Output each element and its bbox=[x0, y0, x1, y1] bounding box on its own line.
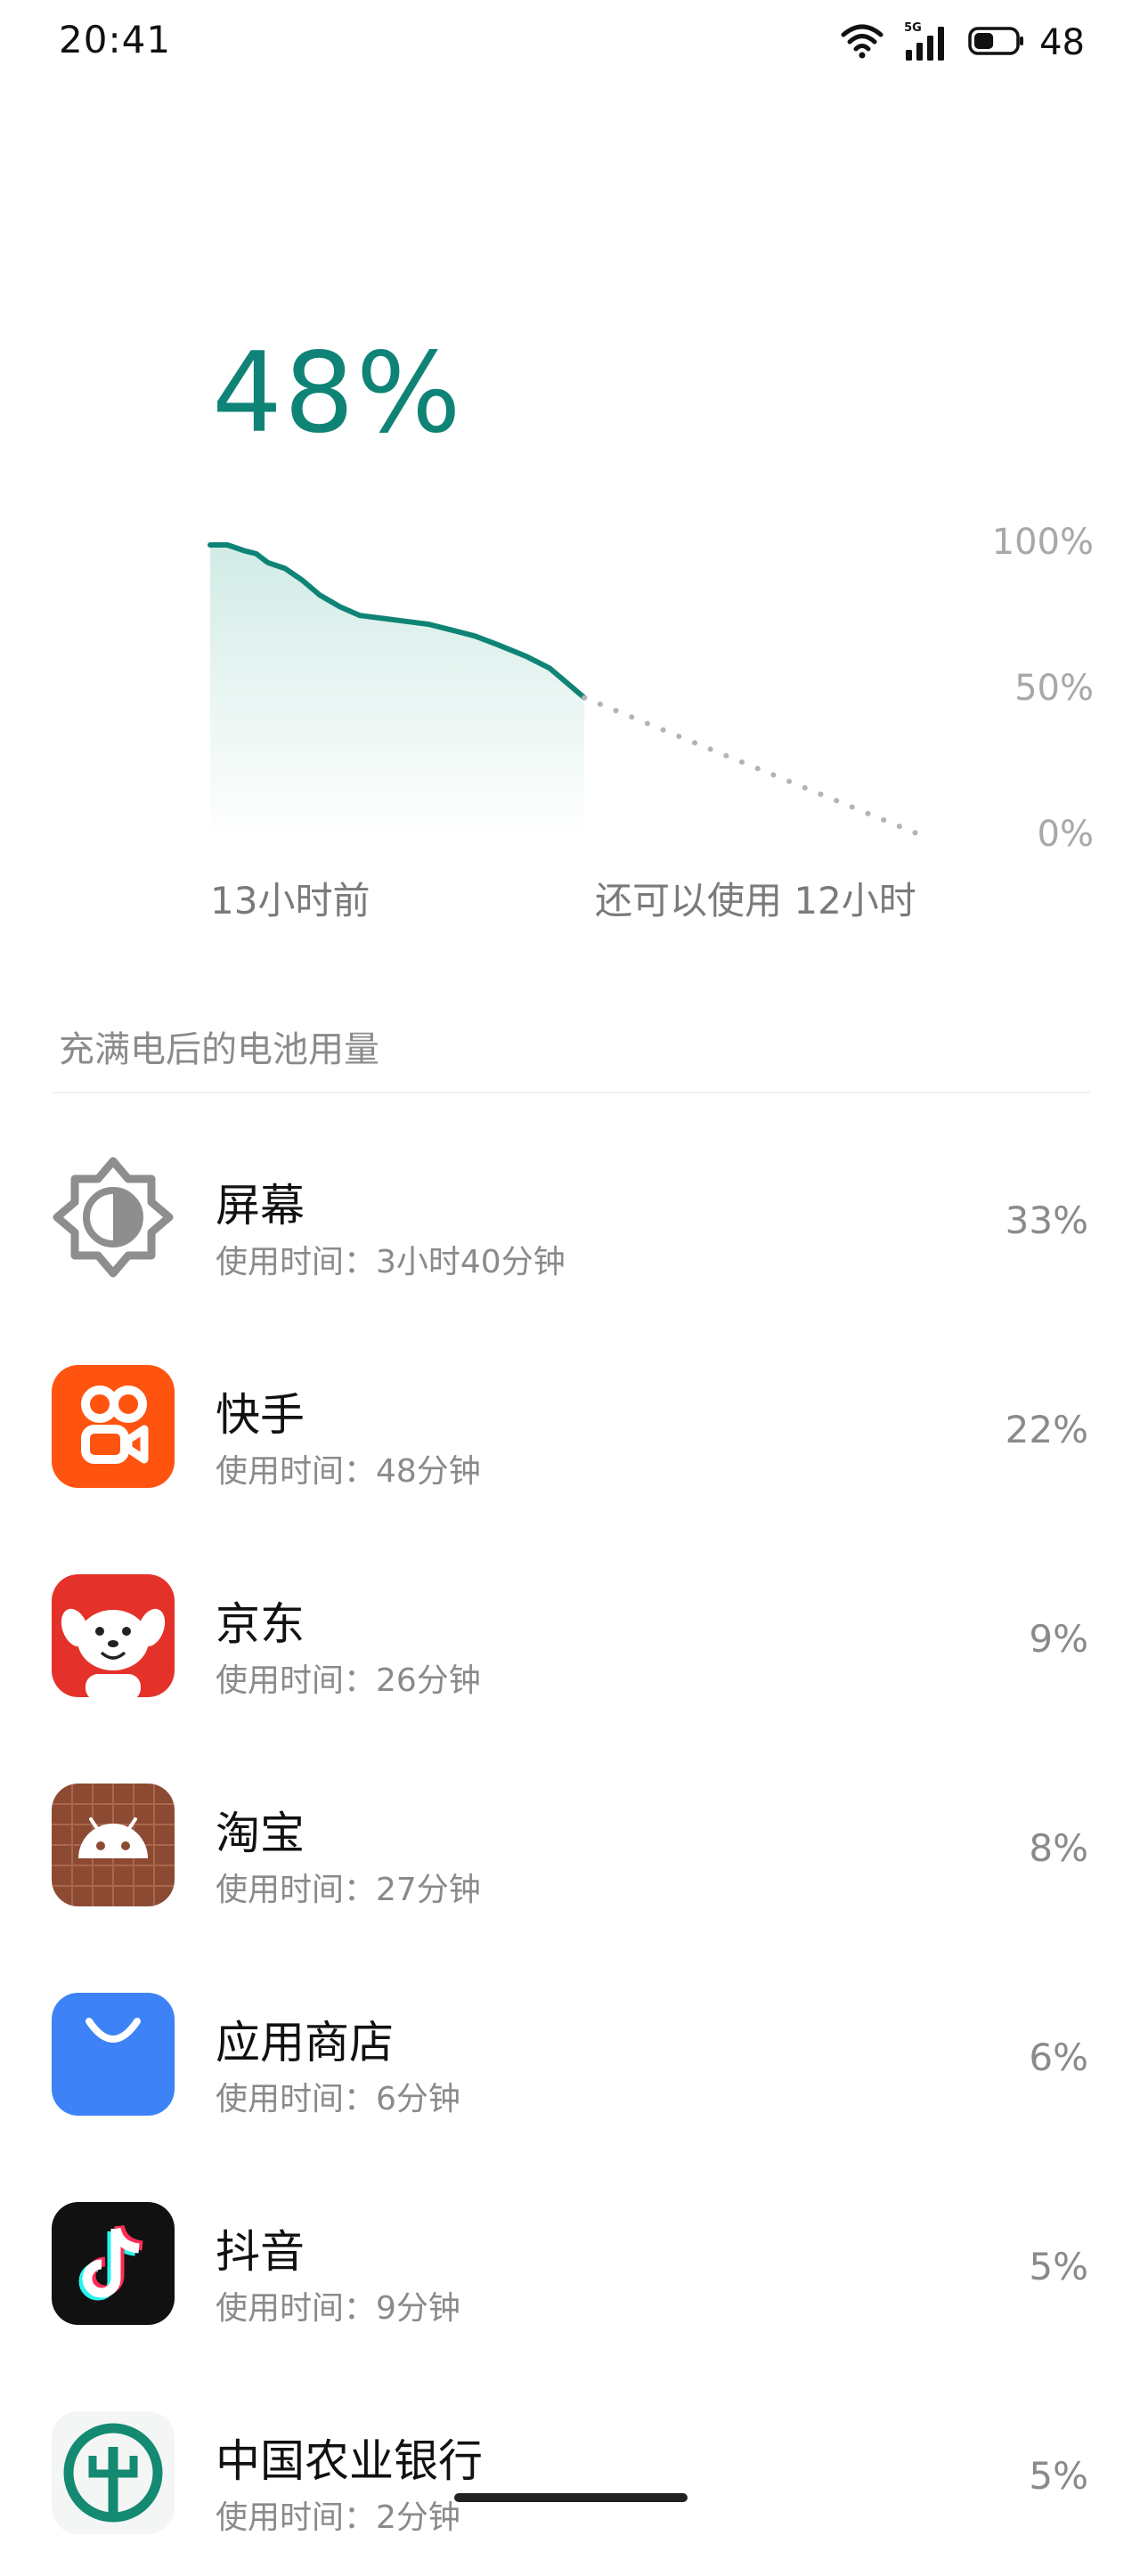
battery-level-text: 48 bbox=[1039, 22, 1085, 63]
app-percent: 33% bbox=[1005, 1199, 1088, 1242]
app-usage-time: 使用时间：2分钟 bbox=[216, 2499, 460, 2536]
app-percent: 5% bbox=[1029, 2245, 1088, 2288]
status-time: 20:41 bbox=[59, 18, 172, 61]
y-tick-label-100: 100% bbox=[991, 522, 1094, 563]
app-name: 淘宝 bbox=[216, 1808, 305, 1859]
app-name: 中国农业银行 bbox=[216, 2435, 483, 2487]
app-usage-time: 使用时间：3小时40分钟 bbox=[216, 1244, 566, 1280]
app-name: 京东 bbox=[216, 1598, 305, 1650]
app-row-douyin[interactable]: 抖音 使用时间：9分钟 5% bbox=[0, 2158, 1140, 2367]
battery-percent: 48% bbox=[212, 329, 463, 458]
kuaishou-icon bbox=[52, 1365, 175, 1488]
app-usage-time: 使用时间：27分钟 bbox=[216, 1872, 481, 1908]
y-tick-label-50: 50% bbox=[1014, 668, 1094, 709]
app-percent: 22% bbox=[1005, 1408, 1088, 1451]
app-row-kuaishou[interactable]: 快手 使用时间：48分钟 22% bbox=[0, 1321, 1140, 1530]
app-row-screen[interactable]: 屏幕 使用时间：3小时40分钟 33% bbox=[0, 1111, 1140, 1321]
douyin-icon bbox=[52, 2202, 175, 2325]
wifi-icon bbox=[840, 23, 884, 62]
app-name: 应用商店 bbox=[216, 2017, 394, 2068]
cellular-signal-icon: 5G bbox=[904, 21, 949, 62]
app-name: 快手 bbox=[216, 1389, 305, 1441]
app-row-taobao[interactable]: 淘宝 使用时间：27分钟 8% bbox=[0, 1739, 1140, 1948]
x-start-label: 13小时前 bbox=[210, 879, 370, 922]
x-end-label: 还可以使用 12小时 bbox=[595, 879, 916, 922]
brightness-icon bbox=[52, 1156, 175, 1279]
y-tick-label-0: 0% bbox=[1037, 814, 1094, 855]
battery-projection-line bbox=[582, 695, 932, 841]
battery-level-chart bbox=[208, 542, 932, 841]
status-icons: 5G 48 bbox=[840, 20, 1085, 66]
divider bbox=[52, 1092, 1090, 1093]
app-usage-list: 屏幕 使用时间：3小时40分钟 33% 快手 使用时间：48分钟 22% 京东 … bbox=[0, 1111, 1140, 2576]
app-percent: 5% bbox=[1029, 2454, 1088, 2498]
app-store-icon bbox=[52, 1993, 175, 2116]
app-usage-time: 使用时间：9分钟 bbox=[216, 2290, 460, 2327]
battery-chart: 100% 50% 0% 13小时前 还可以使用 12小时 bbox=[0, 499, 1140, 944]
app-usage-time: 使用时间：6分钟 bbox=[216, 2081, 460, 2117]
app-row-jd[interactable]: 京东 使用时间：26分钟 9% bbox=[0, 1530, 1140, 1739]
battery-icon bbox=[968, 26, 1025, 60]
app-row-abc-bank[interactable]: 中国农业银行 使用时间：2分钟 5% bbox=[0, 2367, 1140, 2576]
app-percent: 9% bbox=[1029, 1617, 1088, 1661]
home-indicator[interactable] bbox=[454, 2493, 688, 2502]
app-usage-time: 使用时间：48分钟 bbox=[216, 1453, 481, 1490]
jd-icon bbox=[52, 1574, 175, 1697]
app-row-app-store[interactable]: 应用商店 使用时间：6分钟 6% bbox=[0, 1948, 1140, 2158]
app-usage-time: 使用时间：26分钟 bbox=[216, 1662, 481, 1699]
app-name: 屏幕 bbox=[216, 1180, 305, 1231]
status-bar: 20:41 5G 48 bbox=[0, 0, 1140, 85]
app-percent: 6% bbox=[1029, 2036, 1088, 2079]
app-name: 抖音 bbox=[216, 2226, 305, 2278]
app-percent: 8% bbox=[1029, 1826, 1088, 1870]
taobao-android-icon bbox=[52, 1784, 175, 1906]
section-title: 充满电后的电池用量 bbox=[59, 1029, 379, 1070]
battery-history-area bbox=[210, 545, 585, 839]
abc-bank-icon bbox=[52, 2411, 175, 2534]
